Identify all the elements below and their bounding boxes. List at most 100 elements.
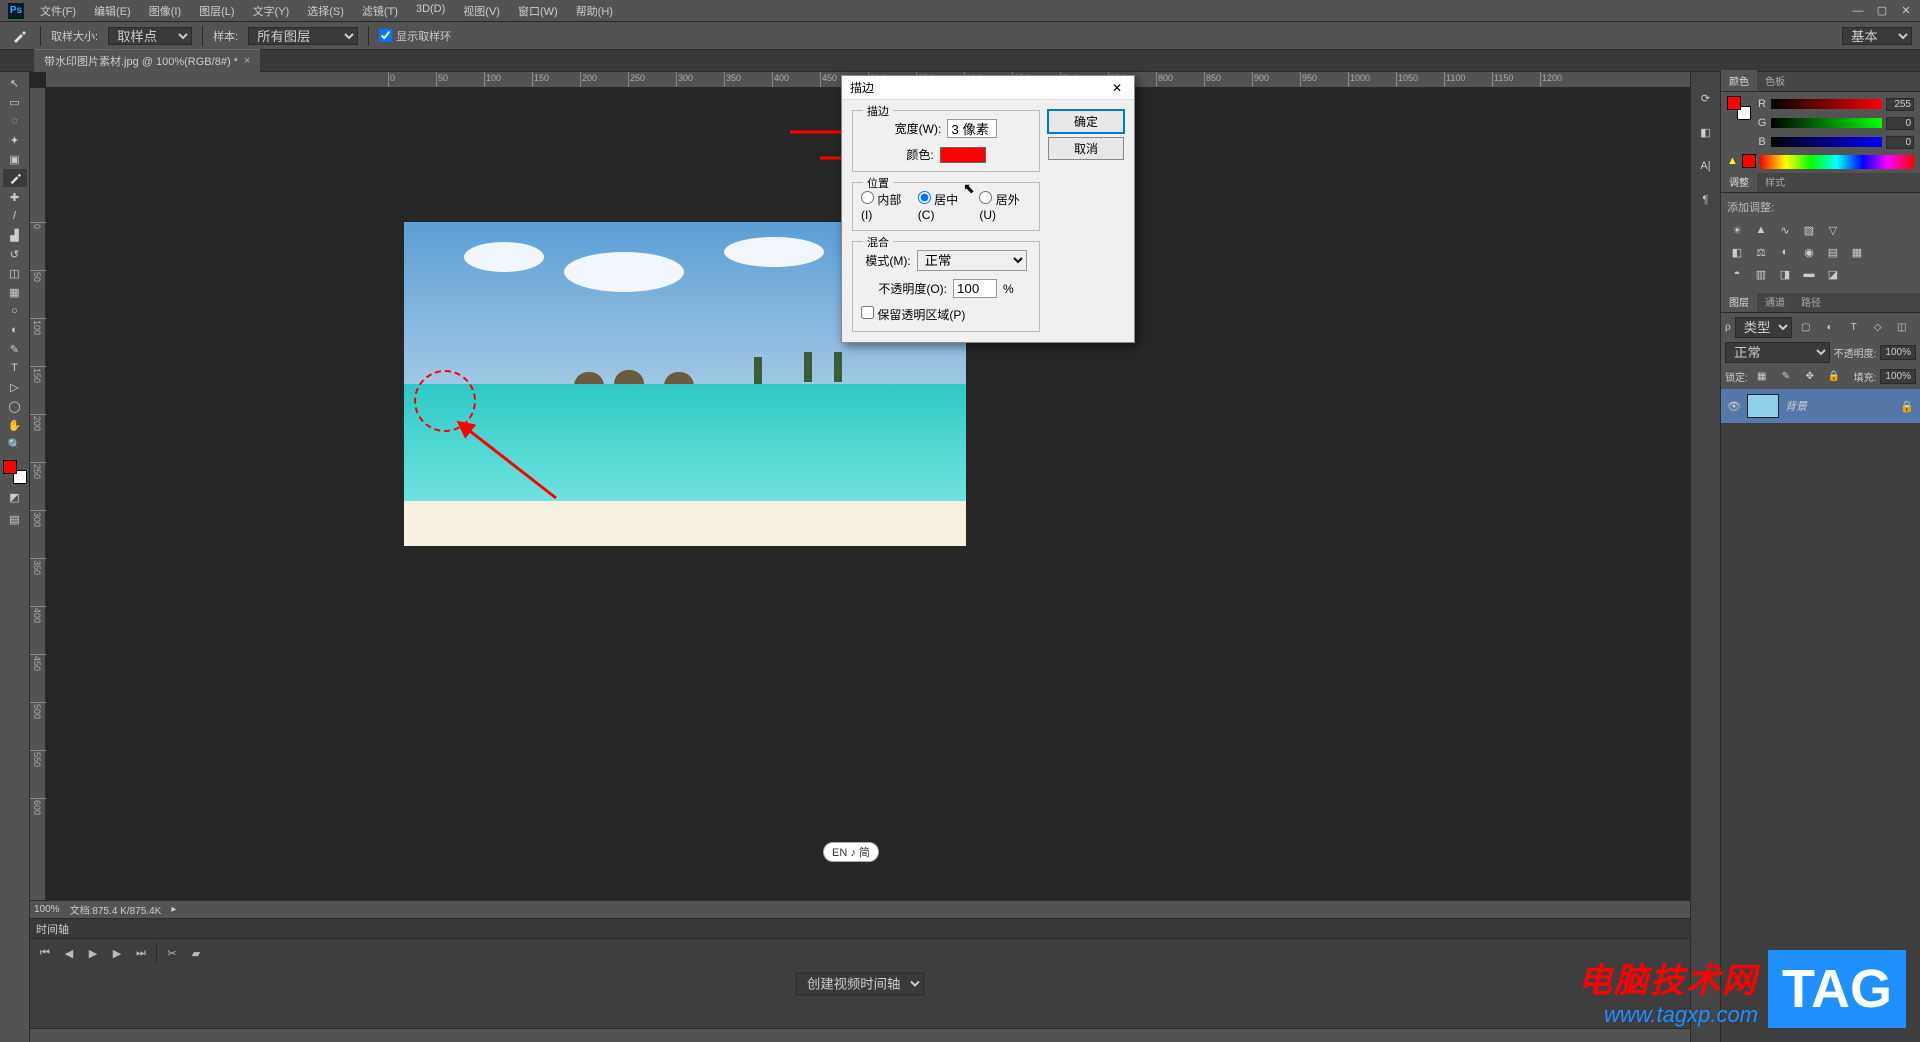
timeline-create[interactable]: 创建视频时间轴 <box>796 972 924 995</box>
tab-color[interactable]: 颜色 <box>1721 70 1757 91</box>
lock-paint-icon[interactable]: ✎ <box>1776 367 1796 385</box>
quickmask-mode[interactable]: ◩ <box>3 488 27 506</box>
foreground-color-swatch[interactable] <box>3 460 17 474</box>
pos-inside[interactable]: 内部(I) <box>861 191 908 222</box>
menu-3d[interactable]: 3D(D) <box>410 1 451 21</box>
menu-select[interactable]: 选择(S) <box>301 1 350 21</box>
crop-tool[interactable]: ▣ <box>3 150 27 168</box>
eraser-tool[interactable]: ◫ <box>3 264 27 282</box>
menu-layer[interactable]: 图层(L) <box>193 1 240 21</box>
b-slider[interactable] <box>1771 137 1882 147</box>
paragraph-icon[interactable]: ¶ <box>1696 190 1716 210</box>
zoom-level[interactable]: 100% <box>34 904 60 915</box>
filter-img-icon[interactable]: ▢ <box>1796 319 1816 337</box>
g-value[interactable]: 0 <box>1886 117 1914 130</box>
show-sampling-ring[interactable]: 显示取样环 <box>379 28 451 44</box>
layer-name[interactable]: 背景 <box>1785 398 1807 414</box>
g-slider[interactable] <box>1771 118 1882 128</box>
menu-file[interactable]: 文件(F) <box>34 1 82 21</box>
opacity-input[interactable] <box>953 279 997 298</box>
brush-tool[interactable]: / <box>3 207 27 225</box>
timeline-tab[interactable]: 时间轴 <box>30 918 1690 938</box>
tab-layers[interactable]: 图层 <box>1721 291 1757 312</box>
lasso-tool[interactable]: ◌ <box>3 112 27 130</box>
tab-paths[interactable]: 路径 <box>1793 291 1829 312</box>
lock-all-icon[interactable]: 🔒 <box>1824 367 1844 385</box>
shape-tool[interactable]: ◯ <box>3 397 27 415</box>
menu-view[interactable]: 视图(V) <box>457 1 506 21</box>
stroke-color-swatch[interactable] <box>940 147 986 163</box>
zoom-tool[interactable]: 🔍 <box>3 435 27 453</box>
menu-filter[interactable]: 滤镜(T) <box>356 1 404 21</box>
fill-value[interactable]: 100% <box>1880 369 1916 384</box>
gradient-map-icon[interactable]: ▬ <box>1799 265 1819 283</box>
tl-last[interactable]: ⏭ <box>132 945 150 961</box>
path-select-tool[interactable]: ▷ <box>3 378 27 396</box>
b-value[interactable]: 0 <box>1886 136 1914 149</box>
threshold-icon[interactable]: ◨ <box>1775 265 1795 283</box>
healing-tool[interactable]: ✚ <box>3 188 27 206</box>
tab-swatches[interactable]: 色板 <box>1757 70 1793 91</box>
ok-button[interactable]: 确定 <box>1048 110 1124 133</box>
lookup-icon[interactable]: ▦ <box>1847 243 1867 261</box>
dodge-tool[interactable]: ◐ <box>3 321 27 339</box>
ime-indicator[interactable]: EN ♪ 简 <box>823 842 879 862</box>
brightness-icon[interactable]: ☀ <box>1727 221 1747 239</box>
pos-outside[interactable]: 居外(U) <box>979 191 1031 222</box>
hue-icon[interactable]: ◧ <box>1727 243 1747 261</box>
width-input[interactable] <box>947 119 997 138</box>
visibility-icon[interactable]: 👁 <box>1727 400 1741 413</box>
minimize-button[interactable]: — <box>1848 3 1868 19</box>
mode-select[interactable]: 正常 <box>917 250 1027 271</box>
quick-select-tool[interactable]: ✦ <box>3 131 27 149</box>
workspace-select[interactable]: 基本功能 <box>1842 27 1912 45</box>
filter-type-icon[interactable]: T <box>1844 319 1864 337</box>
gradient-tool[interactable]: ▦ <box>3 283 27 301</box>
history-icon[interactable]: ⟳ <box>1696 88 1716 108</box>
balance-icon[interactable]: ⚖ <box>1751 243 1771 261</box>
stamp-tool[interactable]: ▟ <box>3 226 27 244</box>
menu-window[interactable]: 窗口(W) <box>512 1 564 21</box>
doc-info-arrow[interactable]: ▸ <box>171 904 176 915</box>
marquee-tool[interactable]: ▭ <box>3 93 27 111</box>
hand-tool[interactable]: ✋ <box>3 416 27 434</box>
spectrum-bar[interactable] <box>1760 155 1914 169</box>
filter-shape-icon[interactable]: ◇ <box>1868 319 1888 337</box>
maximize-button[interactable]: ▢ <box>1872 3 1892 19</box>
document-tab[interactable]: 带水印图片素材.jpg @ 100%(RGB/8#) * × <box>34 49 260 72</box>
screenmode[interactable]: ▤ <box>3 510 27 528</box>
character-icon[interactable]: A| <box>1696 156 1716 176</box>
properties-icon[interactable]: ◧ <box>1696 122 1716 142</box>
pos-center[interactable]: 居中(C) <box>918 191 970 222</box>
lock-pixels-icon[interactable]: ▦ <box>1752 367 1772 385</box>
move-tool[interactable]: ↖ <box>3 74 27 92</box>
close-button[interactable]: ✕ <box>1896 3 1916 19</box>
eyedropper-tool[interactable] <box>3 169 27 187</box>
layer-lock-icon[interactable]: 🔒 <box>1900 400 1914 413</box>
preserve-transparency[interactable]: 保留透明区域(P) <box>861 306 965 323</box>
menu-type[interactable]: 文字(Y) <box>247 1 296 21</box>
filter-adj-icon[interactable]: ◐ <box>1820 319 1840 337</box>
fg-swatch[interactable] <box>1727 96 1741 110</box>
tl-cut[interactable]: ✂ <box>163 945 181 961</box>
doc-tab-close[interactable]: × <box>244 55 250 67</box>
r-slider[interactable] <box>1771 99 1882 109</box>
pen-tool[interactable]: ✎ <box>3 340 27 358</box>
invert-icon[interactable]: ◓ <box>1727 265 1747 283</box>
dialog-close[interactable]: ✕ <box>1108 79 1126 97</box>
color-swatches[interactable] <box>3 460 27 484</box>
tl-next[interactable]: ▶ <box>108 945 126 961</box>
opacity-value[interactable]: 100% <box>1880 345 1916 360</box>
bw-icon[interactable]: ◐ <box>1775 243 1795 261</box>
tab-channels[interactable]: 通道 <box>1757 291 1793 312</box>
menu-image[interactable]: 图像(I) <box>143 1 187 21</box>
menu-help[interactable]: 帮助(H) <box>570 1 619 21</box>
tl-transition[interactable]: ▰ <box>187 945 205 961</box>
selective-icon[interactable]: ◪ <box>1823 265 1843 283</box>
sample-size-select[interactable]: 取样点 <box>108 27 192 45</box>
tab-styles[interactable]: 样式 <box>1757 171 1793 192</box>
vibrance-icon[interactable]: ▽ <box>1823 221 1843 239</box>
posterize-icon[interactable]: ▥ <box>1751 265 1771 283</box>
type-tool[interactable]: T <box>3 359 27 377</box>
filter-smart-icon[interactable]: ◫ <box>1892 319 1912 337</box>
